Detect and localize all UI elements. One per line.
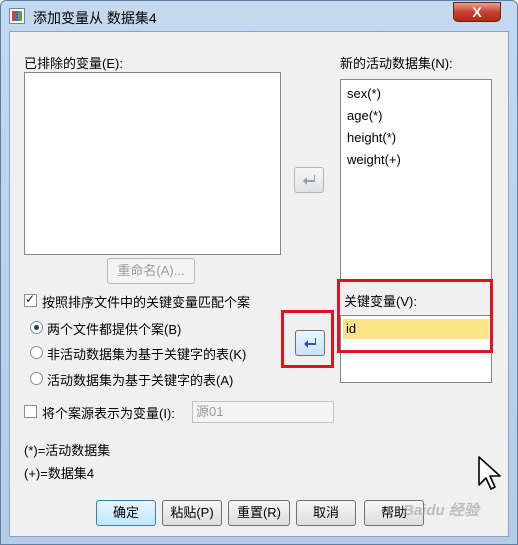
dialog-body: 已排除的变量(E): 重命名(A)... 新的活动数据集(N): sex(*) … — [9, 31, 509, 537]
move-to-key-variables-button[interactable] — [295, 330, 325, 356]
radio-both-files-label: 两个文件都提供个案(B) — [47, 322, 182, 337]
close-button[interactable]: X — [453, 2, 501, 22]
radio-nonactive-keyed-table-label: 非活动数据集为基于关键字的表(K) — [47, 347, 247, 362]
dialog-window: 添加变量从 数据集4 X 已排除的变量(E): 重命名(A)... 新的活动数据… — [0, 0, 518, 545]
move-to-new-dataset-button[interactable] — [294, 167, 324, 193]
radio-both-files[interactable] — [30, 321, 43, 334]
app-icon — [9, 8, 25, 24]
match-by-key-checkbox[interactable] — [24, 292, 37, 307]
mouse-cursor-icon — [478, 456, 501, 490]
radio-active-keyed-table-label: 活动数据集为基于关键字的表(A) — [47, 373, 234, 388]
reset-button[interactable]: 重置(R) — [228, 500, 290, 526]
excluded-variables-list[interactable] — [24, 72, 281, 255]
legend-active-dataset: (*)=活动数据集 — [24, 443, 111, 458]
arrow-left-icon — [304, 338, 316, 348]
cancel-button[interactable]: 取消 — [296, 500, 356, 526]
arrow-left-icon — [303, 175, 315, 185]
rename-button[interactable]: 重命名(A)... — [107, 258, 195, 284]
radio-active-keyed-table[interactable] — [30, 372, 43, 385]
title-bar[interactable]: 添加变量从 数据集4 X — [1, 1, 517, 31]
radio-nonactive-keyed-table[interactable] — [30, 346, 43, 359]
match-by-key-label: 按照排序文件中的关键变量匹配个案 — [42, 295, 251, 310]
excluded-variables-label: 已排除的变量(E): — [24, 56, 123, 71]
list-item[interactable]: age(*) — [347, 108, 382, 123]
legend-dataset4: (+)=数据集4 — [24, 466, 95, 481]
new-dataset-label: 新的活动数据集(N): — [340, 56, 453, 71]
list-item[interactable]: sex(*) — [347, 86, 381, 101]
list-item[interactable]: weight(+) — [347, 152, 401, 167]
case-source-name-input[interactable]: 源01 — [192, 401, 334, 423]
highlight-key-variables-box — [337, 279, 493, 353]
ok-button[interactable]: 确定 — [96, 500, 156, 526]
list-item[interactable]: height(*) — [347, 130, 396, 145]
window-title: 添加变量从 数据集4 — [33, 10, 157, 26]
case-source-checkbox[interactable] — [24, 405, 37, 418]
watermark-logo: Baidu 经验 — [403, 502, 479, 519]
case-source-label: 将个案源表示为变量(I): — [42, 406, 175, 421]
paste-button[interactable]: 粘贴(P) — [162, 500, 222, 526]
new-dataset-list[interactable]: sex(*) age(*) height(*) weight(+) — [340, 79, 492, 282]
